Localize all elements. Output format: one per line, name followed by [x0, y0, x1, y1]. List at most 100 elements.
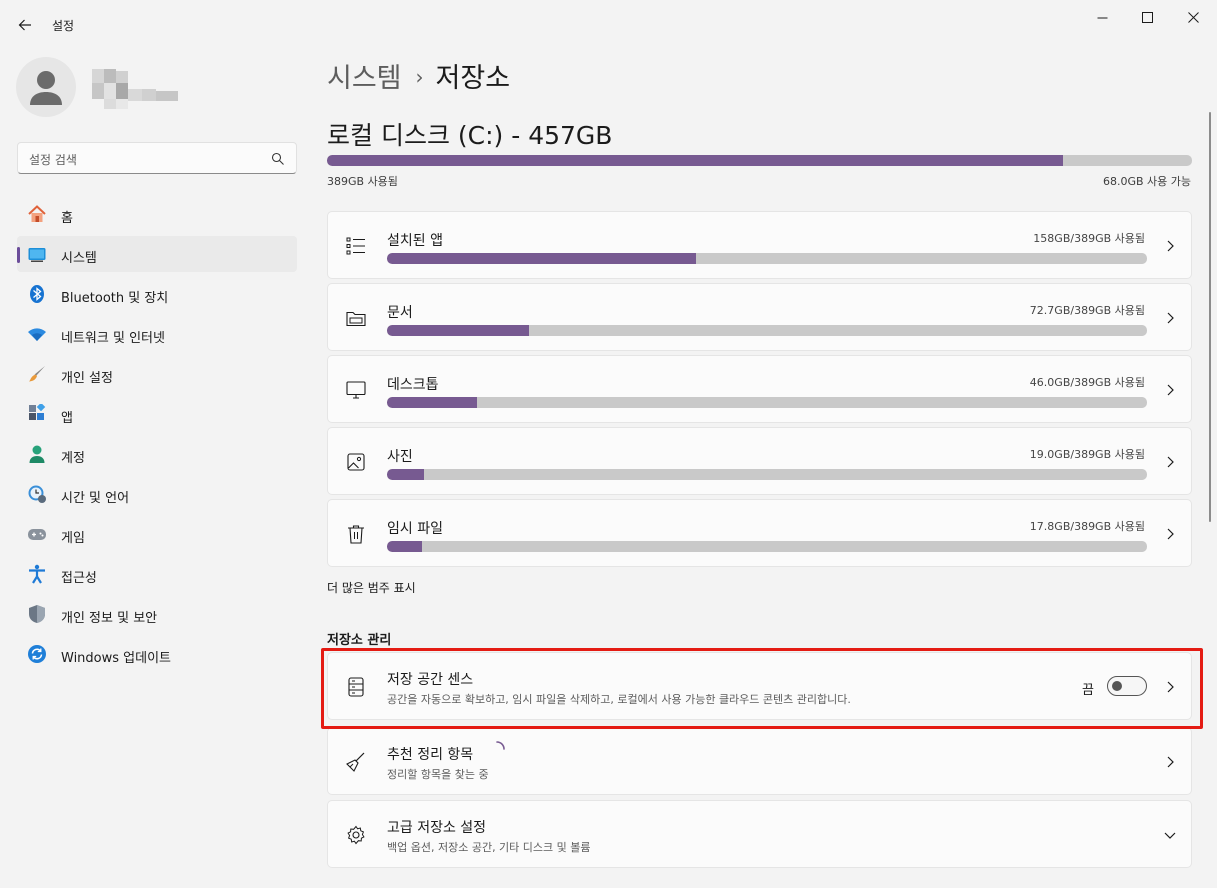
sidebar-item-apps[interactable]: 앱 — [17, 396, 297, 432]
gear-icon — [347, 825, 365, 845]
sidebar-item-bluetooth[interactable]: Bluetooth 및 장치 — [17, 276, 297, 312]
minimize-button[interactable] — [1079, 0, 1125, 34]
disk-usage-fill — [327, 155, 1064, 166]
advanced-settings-title: 고급 저장소 설정 — [387, 820, 487, 836]
category-documents[interactable]: 문서 72.7GB/389GB 사용됨 — [327, 283, 1192, 351]
picture-icon — [347, 453, 365, 471]
folder-icon — [346, 311, 366, 327]
sidebar-item-label: Bluetooth 및 장치 — [61, 291, 169, 306]
storage-sense-description: 공간을 자동으로 확보하고, 임시 파일을 삭제하고, 로컬에서 사용 가능한 … — [387, 693, 851, 706]
category-desktop[interactable]: 데스크톱 46.0GB/389GB 사용됨 — [327, 355, 1192, 423]
sidebar-item-label: 게임 — [61, 531, 85, 546]
minimize-icon — [1097, 17, 1107, 18]
category-usage: 72.7GB/389GB 사용됨 — [1029, 304, 1145, 317]
monitor-icon — [346, 381, 366, 399]
chevron-right-icon — [1167, 312, 1174, 324]
category-installed-apps[interactable]: 설치된 앱 158GB/389GB 사용됨 — [327, 211, 1192, 279]
sidebar-item-privacy[interactable]: 개인 정보 및 보안 — [17, 596, 297, 632]
category-usage: 158GB/389GB 사용됨 — [1033, 232, 1145, 245]
system-icon — [28, 248, 46, 262]
category-pictures[interactable]: 사진 19.0GB/389GB 사용됨 — [327, 427, 1192, 495]
category-bar — [387, 325, 1147, 336]
close-icon — [1187, 11, 1199, 23]
disk-used-label: 389GB 사용됨 — [327, 175, 398, 188]
toggle-state-label: 끔 — [1082, 683, 1094, 698]
sidebar-item-system[interactable]: 시스템 — [17, 236, 297, 272]
sidebar-item-label: 시스템 — [61, 251, 97, 266]
sidebar-item-network[interactable]: 네트워크 및 인터넷 — [17, 316, 297, 352]
sidebar-item-label: Windows 업데이트 — [61, 651, 172, 666]
cleanup-recommendations-card[interactable]: 추천 정리 항목 정리할 항목을 찾는 중 — [327, 727, 1192, 795]
storage-sense-card[interactable]: 저장 공간 센스 공간을 자동으로 확보하고, 임시 파일을 삭제하고, 로컬에… — [327, 652, 1192, 720]
sidebar-item-label: 앱 — [61, 411, 73, 426]
show-more-categories-link[interactable]: 더 많은 범주 표시 — [327, 579, 416, 596]
category-temporary-files[interactable]: 임시 파일 17.8GB/389GB 사용됨 — [327, 499, 1192, 567]
breadcrumb-parent[interactable]: 시스템 — [327, 63, 402, 94]
sidebar-item-accessibility[interactable]: 접근성 — [17, 556, 297, 592]
toggle-knob — [1112, 681, 1122, 691]
account-icon — [29, 445, 45, 463]
sidebar-item-windows-update[interactable]: Windows 업데이트 — [17, 636, 297, 672]
storage-sense-toggle[interactable] — [1107, 676, 1147, 696]
category-bar-fill — [387, 325, 530, 336]
advanced-settings-description: 백업 옵션, 저장소 공간, 기타 디스크 및 볼륨 — [387, 841, 591, 854]
sidebar-item-home[interactable]: 홈 — [17, 196, 297, 232]
chevron-right-icon — [1167, 240, 1174, 252]
wifi-icon — [28, 328, 46, 341]
category-bar — [387, 397, 1147, 408]
category-bar-fill — [387, 253, 696, 264]
scrollbar-thumb[interactable] — [1209, 112, 1211, 522]
category-bar-fill — [387, 397, 477, 408]
disk-title: 로컬 디스크 (C:) - 457GB — [327, 121, 613, 150]
breadcrumb: 시스템 › 저장소 — [327, 56, 510, 95]
chevron-right-icon — [1167, 456, 1174, 468]
avatar — [16, 57, 76, 117]
user-profile[interactable] — [16, 57, 296, 119]
sidebar-item-label: 홈 — [61, 211, 73, 226]
app-title: 설정 — [52, 19, 75, 33]
list-icon — [346, 237, 365, 255]
sidebar-item-personalization[interactable]: 개인 설정 — [17, 356, 297, 392]
brush-icon — [29, 366, 45, 382]
redacted-name-image — [92, 69, 178, 109]
apps-icon — [29, 404, 46, 420]
search-placeholder: 설정 검색 — [29, 153, 77, 167]
sidebar-item-gaming[interactable]: 게임 — [17, 516, 297, 552]
storage-sense-title: 저장 공간 센스 — [387, 672, 474, 688]
sidebar-nav: 홈 시스템 Bluetooth 및 장치 네트워크 및 인터넷 개인 설정 앱 … — [17, 196, 297, 676]
sidebar-item-label: 개인 정보 및 보안 — [61, 611, 158, 626]
accessibility-icon — [29, 564, 45, 584]
category-bar — [387, 541, 1147, 552]
sidebar-item-time-language[interactable]: 시간 및 언어 — [17, 476, 297, 512]
storage-management-header: 저장소 관리 — [327, 633, 392, 648]
chevron-right-icon — [1167, 384, 1174, 396]
maximize-icon — [1141, 11, 1153, 23]
category-name: 설치된 앱 — [387, 233, 443, 249]
category-name: 임시 파일 — [387, 521, 443, 537]
category-name: 문서 — [387, 305, 413, 321]
search-icon — [271, 152, 284, 165]
back-button[interactable] — [10, 10, 40, 40]
cleanup-title: 추천 정리 항목 — [387, 747, 474, 763]
bluetooth-icon — [30, 285, 44, 303]
shield-icon — [29, 605, 45, 623]
disk-free-label: 68.0GB 사용 가능 — [1102, 175, 1191, 188]
gamepad-icon — [28, 529, 46, 540]
settings-search[interactable]: 설정 검색 — [17, 142, 297, 174]
category-bar — [387, 253, 1147, 264]
sidebar-item-label: 개인 설정 — [61, 371, 113, 386]
home-icon — [28, 205, 46, 222]
chevron-right-icon — [1167, 756, 1174, 768]
advanced-storage-settings-card[interactable]: 고급 저장소 설정 백업 옵션, 저장소 공간, 기타 디스크 및 볼륨 — [327, 800, 1192, 868]
chevron-down-icon — [1164, 832, 1176, 839]
broom-icon — [346, 752, 365, 772]
category-name: 데스크톱 — [387, 377, 439, 393]
sidebar-item-accounts[interactable]: 계정 — [17, 436, 297, 472]
disk-usage-bar — [327, 155, 1192, 166]
chevron-right-icon — [1167, 681, 1174, 693]
category-usage: 46.0GB/389GB 사용됨 — [1029, 376, 1145, 389]
category-bar-fill — [387, 469, 425, 480]
close-button[interactable] — [1170, 0, 1216, 34]
maximize-button[interactable] — [1124, 0, 1170, 34]
category-bar-fill — [387, 541, 422, 552]
